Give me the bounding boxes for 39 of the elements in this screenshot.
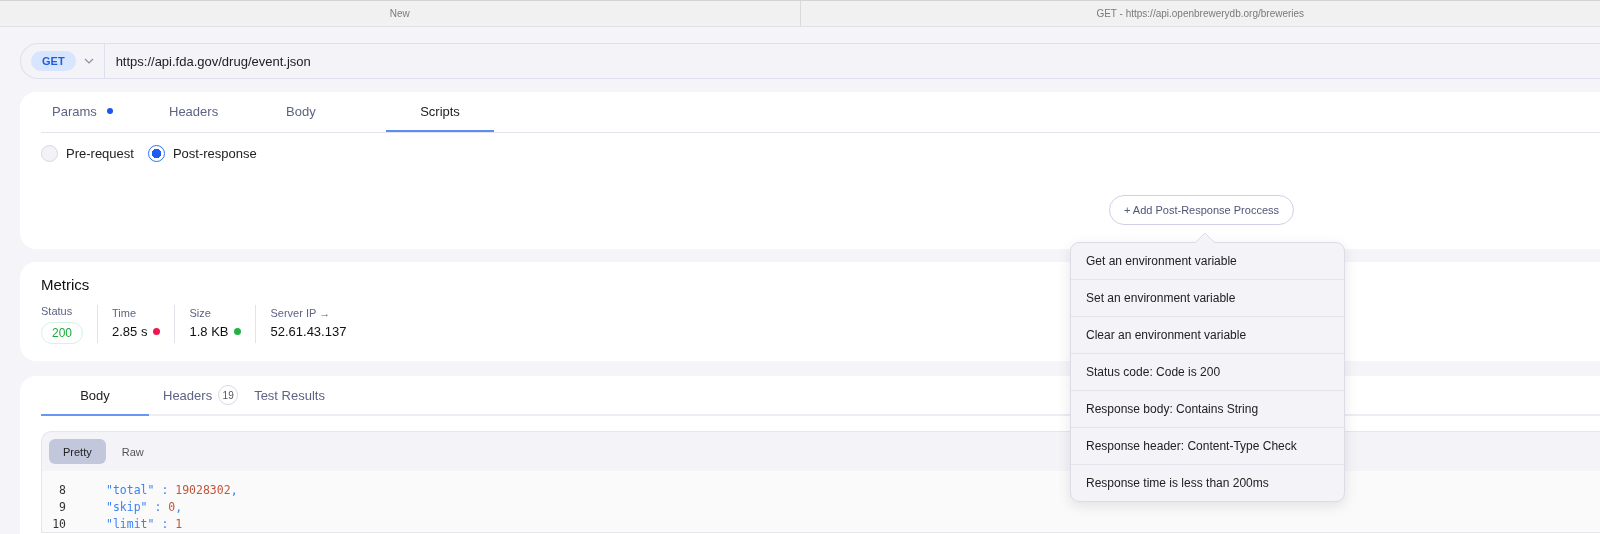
code-line: "limit" : 1	[106, 516, 183, 531]
response-tab[interactable]: Test Results	[246, 376, 333, 416]
metrics-title: Metrics	[41, 276, 91, 293]
metric-label: Size	[189, 306, 212, 319]
menu-item[interactable]: Response time is less than 200ms	[1071, 464, 1344, 501]
menu-item[interactable]: Status code: Code is 200	[1071, 353, 1344, 390]
menu-item[interactable]: Clear an environment variable	[1071, 316, 1344, 353]
metric-label: Status	[41, 305, 74, 317]
menu-item[interactable]: Response header: Content-Type Check	[1071, 427, 1344, 464]
window-tab[interactable]: New	[0, 1, 800, 26]
caret-icon	[83, 58, 94, 64]
request-tab[interactable]: Params	[41, 92, 158, 132]
add-process-button[interactable]: + Add Post-Response Proccess	[1109, 195, 1294, 225]
view-toggle[interactable]: Raw	[107, 439, 158, 464]
code-line: "total" : 19028302,	[106, 482, 238, 497]
radio-label: Pre-request	[66, 146, 134, 161]
code-line: "skip" : 0,	[106, 499, 183, 514]
metric-value: 52.61.43.137	[270, 324, 347, 339]
view-toggle[interactable]: Pretty	[49, 439, 106, 464]
menu-item[interactable]: Set an environment variable	[1071, 279, 1344, 316]
metric-label: Server IP →	[270, 306, 332, 319]
line-number: 10	[51, 516, 66, 531]
menu-item[interactable]: Response body: Contains String	[1071, 390, 1344, 427]
metric-value: 2.85 s	[112, 324, 148, 339]
radio-label: Post-response	[172, 146, 257, 161]
method-dropdown[interactable]: GET	[21, 44, 105, 78]
url-field[interactable]: GET https://api.fda.gov/drug/event.json	[20, 43, 1600, 79]
line-number: 8	[58, 482, 66, 497]
response-tab[interactable]: Body	[41, 376, 149, 416]
response-tab[interactable]: Headers 19	[155, 376, 247, 416]
menu-item[interactable]: Get an environment variable	[1071, 243, 1344, 279]
request-tab[interactable]: Scripts	[386, 92, 494, 132]
request-tab[interactable]: Headers	[158, 92, 275, 132]
metric-label: Time	[112, 306, 138, 319]
method-badge: GET	[31, 51, 76, 71]
window-tab[interactable]: GET - https://api.openbrewerydb.org/breweries	[799, 1, 1600, 26]
radio-button[interactable]	[147, 145, 165, 162]
line-number: 9	[58, 499, 66, 514]
metric-value: 1.8 KB	[189, 324, 229, 339]
